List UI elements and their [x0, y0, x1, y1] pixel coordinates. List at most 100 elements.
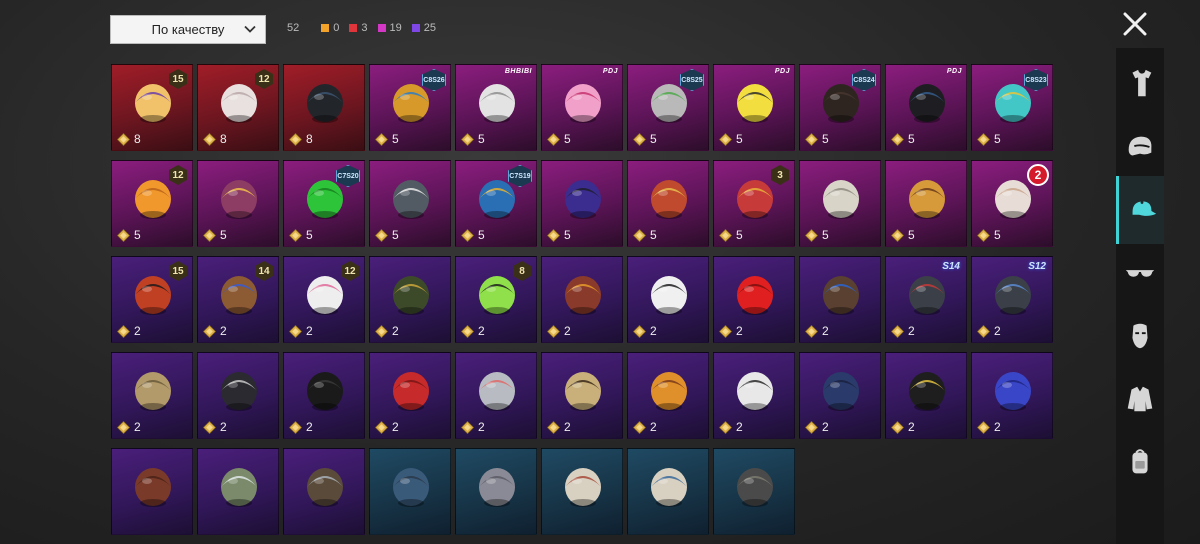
rarity-color-swatch — [377, 24, 386, 32]
item-tile[interactable]: 5 — [799, 160, 881, 247]
item-tile[interactable]: 12 2 — [283, 256, 365, 343]
item-tile[interactable]: 2 — [799, 352, 881, 439]
item-tile[interactable]: 2 — [541, 256, 623, 343]
monster-beanie-icon — [565, 372, 601, 411]
item-tile[interactable]: 12 8 — [197, 64, 279, 151]
item-quantity: 2 — [203, 324, 227, 338]
item-tile[interactable]: 2 — [713, 352, 795, 439]
item-quantity-value: 5 — [908, 228, 915, 242]
item-quantity-value: 2 — [478, 324, 485, 338]
item-tile[interactable]: 15 8 — [111, 64, 193, 151]
item-tile[interactable]: 2 — [283, 352, 365, 439]
item-quantity: 2 — [117, 420, 141, 434]
scarecrow-hat-icon — [135, 372, 171, 411]
rarity-counts: 52 0 3 19 25 — [287, 22, 446, 34]
golden-dragon-helmet-icon — [909, 180, 945, 219]
item-tile[interactable]: PDJ 5 — [713, 64, 795, 151]
item-tile[interactable]: 5 — [541, 160, 623, 247]
item-tile[interactable]: 5 — [197, 160, 279, 247]
item-tile[interactable]: 2 — [541, 352, 623, 439]
item-quantity-value: 2 — [908, 420, 915, 434]
item-tile[interactable]: PDJ 5 — [541, 64, 623, 151]
item-tile[interactable]: C8S23 5 — [971, 64, 1053, 151]
item-tile[interactable]: 35 — [713, 160, 795, 247]
item-tile[interactable]: 5 — [885, 160, 967, 247]
tab-jacket[interactable] — [1116, 365, 1164, 433]
item-tile[interactable]: C8S25 5 — [627, 64, 709, 151]
item-quantity: 2 — [461, 420, 485, 434]
coin-icon — [203, 420, 216, 434]
item-tile[interactable]: 2 — [197, 352, 279, 439]
coin-icon — [633, 228, 646, 242]
item-tile[interactable]: 8 — [283, 64, 365, 151]
item-tile[interactable]: 5 — [369, 160, 451, 247]
item-tile[interactable]: 25 — [971, 160, 1053, 247]
item-tile[interactable]: C8S24 5 — [799, 64, 881, 151]
item-tile[interactable]: C8S26 5 — [369, 64, 451, 151]
item-tile[interactable]: 2 — [111, 352, 193, 439]
coin-icon — [891, 420, 904, 434]
item-tile[interactable]: S14 2 — [885, 256, 967, 343]
item-quantity-value: 5 — [392, 228, 399, 242]
item-badge: 2 — [1027, 164, 1049, 186]
black-cap-logo-icon — [909, 372, 945, 411]
item-grid: 15 8 12 8 8 C8S26 5 BHBIBI 5 PDJ 5 C8S25 5 PDJ 5 C8S24 5… — [111, 64, 1053, 535]
rarity-count-value: 25 — [423, 22, 436, 34]
item-quantity: 2 — [719, 324, 743, 338]
item-tile[interactable]: 12 5 — [111, 160, 193, 247]
lion-mane-mask-icon — [823, 180, 859, 219]
close-icon[interactable] — [1120, 9, 1150, 39]
item-quantity-value: 5 — [134, 228, 141, 242]
item-quantity-value: 5 — [306, 228, 313, 242]
rarity-color-swatch — [411, 24, 420, 32]
item-quantity: 2 — [289, 420, 313, 434]
rarity-count: 3 — [349, 22, 368, 34]
tab-cap[interactable] — [1116, 176, 1164, 244]
item-quantity-value: 2 — [650, 324, 657, 338]
item-tile[interactable]: C7S20 5 — [283, 160, 365, 247]
item-tile[interactable]: 2 — [627, 352, 709, 439]
tab-glasses[interactable] — [1116, 239, 1164, 307]
item-tile[interactable]: 2 — [627, 256, 709, 343]
item-tile[interactable] — [197, 448, 279, 535]
tab-outfit[interactable] — [1116, 50, 1164, 118]
item-quantity: 5 — [375, 132, 399, 146]
item-tile[interactable]: 2 — [713, 256, 795, 343]
coin-icon — [203, 228, 216, 242]
item-tile[interactable]: 15 2 — [111, 256, 193, 343]
item-tile[interactable]: 5 — [627, 160, 709, 247]
item-tile[interactable] — [111, 448, 193, 535]
item-tile[interactable] — [369, 448, 451, 535]
item-tile[interactable] — [713, 448, 795, 535]
item-tile[interactable] — [455, 448, 537, 535]
item-tile[interactable]: S12 2 — [971, 256, 1053, 343]
item-tile[interactable]: C7S19 5 — [455, 160, 537, 247]
item-tile[interactable]: PDJ 5 — [885, 64, 967, 151]
item-quantity: 5 — [203, 228, 227, 242]
coin-icon — [977, 228, 990, 242]
item-tile[interactable]: 2 — [369, 352, 451, 439]
officer-cap-icon — [393, 276, 429, 315]
coin-icon — [203, 324, 216, 338]
coin-icon — [117, 132, 130, 146]
blue-beret-icon — [393, 468, 429, 507]
item-tile[interactable] — [627, 448, 709, 535]
item-tile[interactable]: 14 2 — [197, 256, 279, 343]
item-tile[interactable]: 2 — [885, 352, 967, 439]
item-tile[interactable]: 2 — [799, 256, 881, 343]
coin-icon — [633, 132, 646, 146]
coin-icon — [891, 324, 904, 338]
tab-helmet[interactable] — [1116, 113, 1164, 181]
item-tile[interactable]: 2 — [369, 256, 451, 343]
pilot-cap-goggles-icon — [307, 468, 343, 507]
item-tile[interactable]: 2 — [971, 352, 1053, 439]
item-tile[interactable] — [283, 448, 365, 535]
sort-dropdown[interactable]: По качеству — [110, 15, 266, 44]
rarity-color-swatch — [349, 24, 358, 32]
tab-backpack[interactable] — [1116, 428, 1164, 496]
item-tile[interactable]: 2 — [455, 352, 537, 439]
item-tile[interactable]: BHBIBI 5 — [455, 64, 537, 151]
item-tile[interactable] — [541, 448, 623, 535]
item-tile[interactable]: 82 — [455, 256, 537, 343]
tab-mask[interactable] — [1116, 302, 1164, 370]
